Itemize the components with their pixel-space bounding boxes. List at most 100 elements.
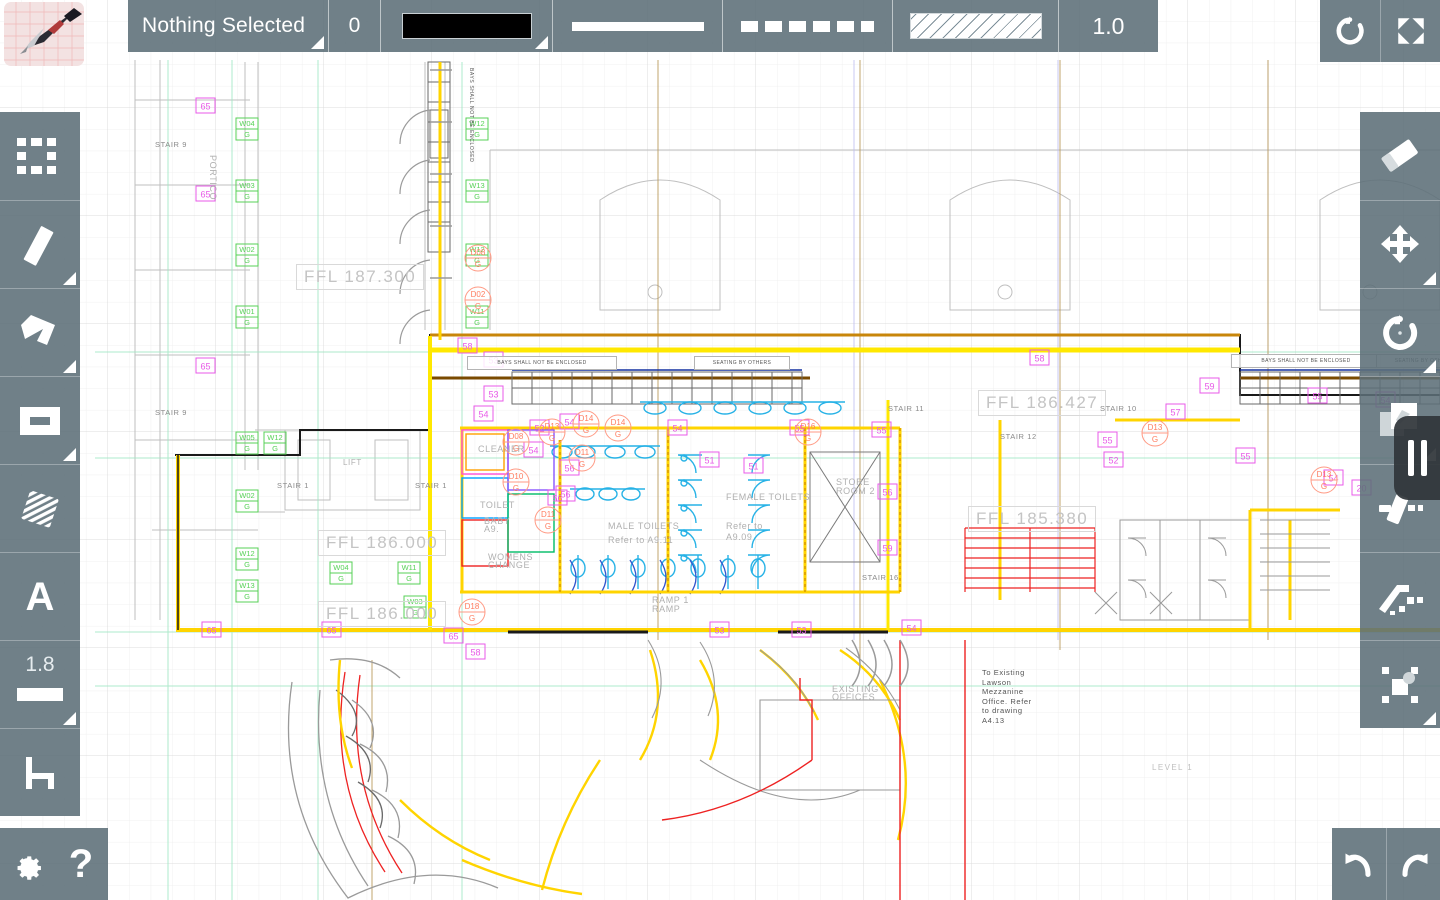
svg-text:W04: W04: [239, 119, 254, 128]
window-tag: W13 G: [235, 579, 259, 603]
lineweight-tool-submenu-indicator[interactable]: [63, 712, 76, 725]
selection-submenu-indicator[interactable]: [311, 36, 324, 49]
svg-text:D13: D13: [1317, 470, 1332, 479]
svg-text:G: G: [244, 560, 250, 569]
move-tool-submenu-indicator[interactable]: [1423, 272, 1436, 285]
top-property-bar: Nothing Selected 0 1.0: [128, 0, 1158, 52]
door-callout-tag: D16 G: [794, 418, 822, 446]
window-tag: W03 G: [235, 179, 259, 203]
settings-button[interactable]: [0, 828, 54, 900]
svg-text:56: 56: [882, 488, 892, 498]
color-submenu-indicator[interactable]: [535, 36, 548, 49]
grid-reference-tag: 51: [743, 457, 764, 474]
door-callout-tag: D18 G: [458, 598, 486, 626]
callout-note-line: Office. Refer: [982, 696, 1032, 706]
rotate-view-button[interactable]: [1320, 0, 1380, 62]
window-tag: W04 G: [235, 117, 259, 141]
drawing-canvas[interactable]: W12 G W13 G W12 G W11 G W04 G W03 G W02 G W01 G W05 G W02 G…: [0, 0, 1440, 900]
offset-tool[interactable]: [1360, 552, 1440, 640]
window-tag: W02 G: [235, 489, 259, 513]
svg-text:G: G: [615, 430, 621, 439]
svg-text:G: G: [474, 192, 480, 201]
door-callout-tag: D14 G: [604, 414, 632, 442]
color-swatch[interactable]: [401, 13, 532, 39]
lineweight-tool[interactable]: 1.8: [0, 640, 80, 728]
line-tool[interactable]: [0, 200, 80, 288]
svg-text:55: 55: [1312, 392, 1322, 402]
redo-button[interactable]: [1386, 828, 1440, 900]
stair-label: STAIR 1: [277, 481, 309, 490]
pause-bars-icon: [1407, 440, 1414, 476]
room-label: CHANGE: [488, 560, 531, 570]
stair-label: STAIR 9: [155, 408, 187, 417]
document-thumbnail[interactable]: [4, 2, 84, 66]
stair-label: STAIR 11: [888, 404, 925, 413]
svg-text:D08: D08: [509, 432, 524, 441]
scale-tool[interactable]: [1360, 640, 1440, 728]
svg-text:G: G: [244, 318, 250, 327]
left-tool-rail: A 1.8: [0, 112, 80, 816]
svg-text:54: 54: [906, 624, 916, 634]
svg-text:58: 58: [462, 342, 472, 352]
letter-a-icon: A: [25, 574, 55, 619]
window-tag: W12 G: [235, 547, 259, 571]
panel-drag-handle[interactable]: [1394, 416, 1440, 500]
svg-text:59: 59: [1204, 382, 1214, 392]
svg-text:D16: D16: [801, 422, 816, 431]
eraser-tool[interactable]: [1360, 112, 1440, 200]
room-label: FEMALE TOILETS: [726, 492, 811, 502]
color-picker-button[interactable]: [380, 0, 552, 52]
hatch-tool[interactable]: [0, 464, 80, 552]
window-tag: W02 G: [235, 243, 259, 267]
callout-note-line: Mezzanine: [982, 687, 1024, 696]
svg-text:65: 65: [200, 362, 210, 372]
svg-text:G: G: [549, 434, 555, 443]
scale-value-button[interactable]: 1.0: [1058, 0, 1158, 52]
dimension-tool[interactable]: [0, 728, 80, 816]
rectangle-tool[interactable]: [0, 376, 80, 464]
rotate-tool-submenu-indicator[interactable]: [1423, 360, 1436, 373]
svg-text:G: G: [474, 130, 480, 139]
line-icon: [23, 225, 54, 266]
text-tool[interactable]: A: [0, 552, 80, 640]
ffl-level-label: FFL 185.380: [968, 506, 1097, 532]
rotate-tool[interactable]: [1360, 288, 1440, 376]
ffl-level-label: FFL 186.000: [318, 601, 447, 627]
move-tool[interactable]: [1360, 200, 1440, 288]
lineweight-picker-button[interactable]: [552, 0, 722, 52]
undo-button[interactable]: [1332, 828, 1386, 900]
svg-text:D13: D13: [1148, 423, 1163, 432]
scale-tool-submenu-indicator[interactable]: [1423, 712, 1436, 725]
help-button[interactable]: ?: [54, 828, 108, 900]
svg-text:G: G: [805, 434, 811, 443]
window-tag: W13 G: [465, 179, 489, 203]
svg-text:D10: D10: [509, 472, 524, 481]
rectangle-icon: [20, 406, 60, 435]
svg-text:53: 53: [796, 626, 806, 636]
fullscreen-button[interactable]: [1380, 0, 1440, 62]
hatch-picker-button[interactable]: [892, 0, 1058, 52]
select-tool[interactable]: [0, 112, 80, 200]
rectangle-tool-submenu-indicator[interactable]: [63, 448, 76, 461]
selection-status[interactable]: Nothing Selected: [128, 0, 328, 52]
svg-text:G: G: [244, 444, 250, 453]
room-label: CLEANER: [478, 444, 525, 454]
callout-note-line: To Existing: [982, 668, 1025, 677]
dash-pattern-preview: [741, 20, 874, 32]
svg-text:57: 57: [1170, 408, 1180, 418]
door-callout-tag: D14 G: [572, 410, 600, 438]
svg-text:G: G: [513, 484, 519, 493]
linetype-picker-button[interactable]: [722, 0, 892, 52]
polyline-tool-submenu-indicator[interactable]: [63, 360, 76, 373]
stair-label: STAIR 1: [415, 481, 447, 490]
svg-text:G: G: [338, 574, 344, 583]
svg-text:G: G: [579, 460, 585, 469]
dashed-rectangle-select-icon: [17, 138, 56, 174]
grid-reference-tag: 57: [1165, 403, 1186, 420]
svg-text:53: 53: [714, 626, 724, 636]
stair-label: STAIR 10: [1100, 404, 1137, 413]
svg-text:W11: W11: [402, 563, 417, 572]
line-tool-submenu-indicator[interactable]: [63, 272, 76, 285]
polyline-tool[interactable]: [0, 288, 80, 376]
grid-reference-tag: 59: [1199, 377, 1220, 394]
